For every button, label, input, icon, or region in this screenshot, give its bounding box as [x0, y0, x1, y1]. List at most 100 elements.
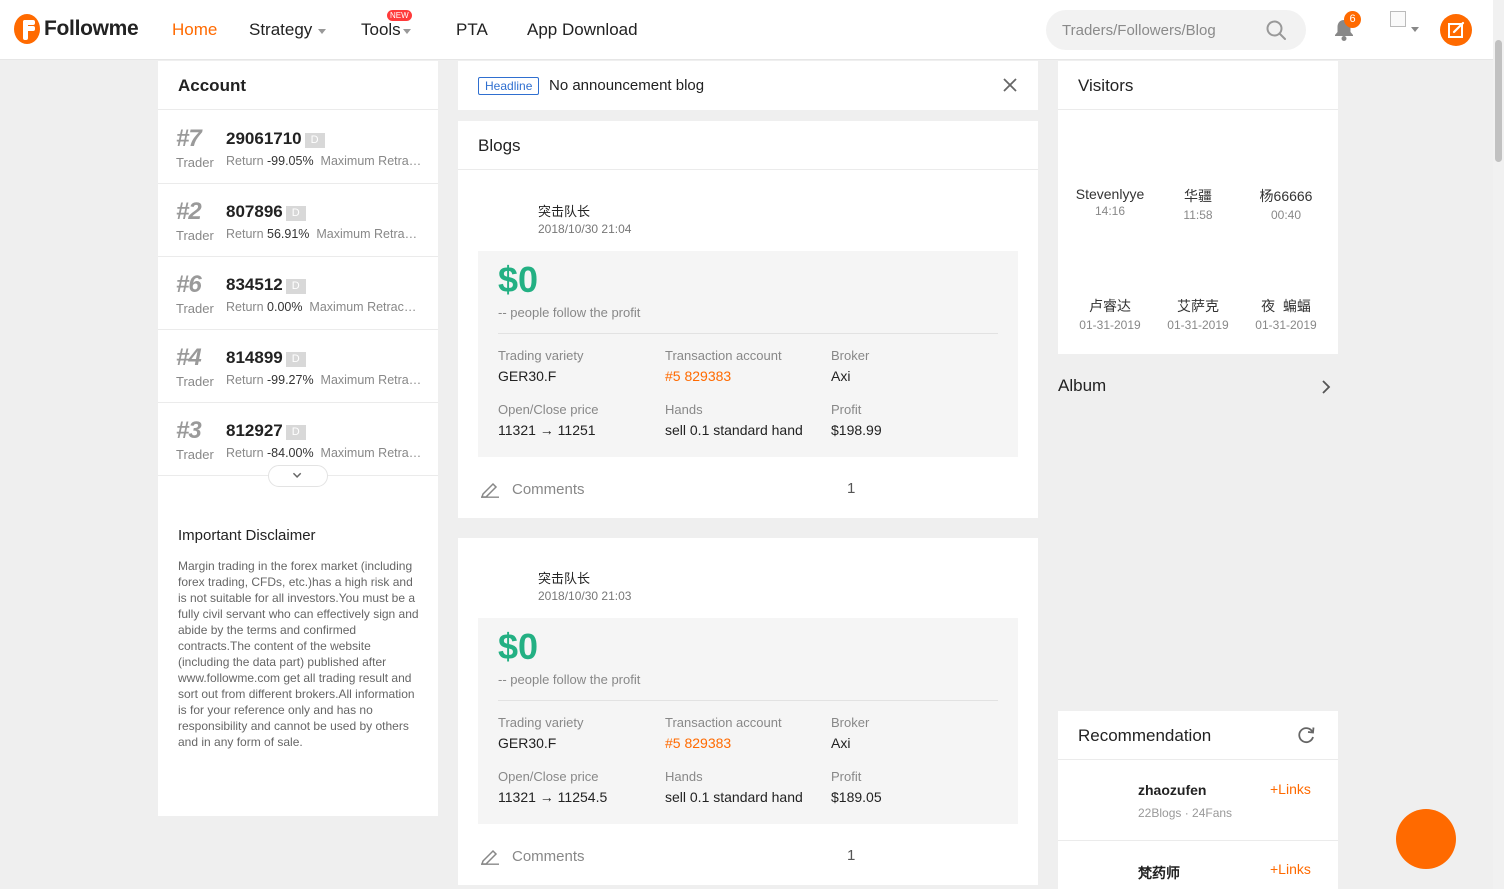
search-icon[interactable]	[1266, 20, 1286, 40]
write-blog-button[interactable]	[1440, 14, 1472, 46]
blog-author[interactable]: 突击队长	[538, 568, 590, 587]
account-role: Trader	[176, 301, 214, 316]
visitor-name: 杨66666	[1259, 188, 1313, 204]
rec-follow-link[interactable]: +Links	[1270, 861, 1311, 877]
account-rank: #6	[176, 271, 202, 298]
return-value: -84.00%	[267, 446, 314, 460]
comment-icon[interactable]	[480, 480, 500, 498]
blog-card: Blogs 突击队长 2018/10/30 21:04 $0 -- people…	[458, 121, 1038, 518]
account-type-tag: D	[285, 352, 306, 367]
broker-value: Axi	[831, 368, 851, 384]
nav-pta[interactable]: PTA	[456, 19, 488, 41]
chevron-right-icon[interactable]	[1320, 379, 1332, 395]
account-id: 812927	[226, 421, 283, 440]
chevron-down-icon[interactable]	[1411, 27, 1419, 32]
hands-value: sell 0.1 standard hand	[665, 789, 803, 805]
hands-label: Hands	[665, 769, 703, 784]
account-panel: Account #7 29061710 D Trader Return -99.0…	[158, 61, 438, 816]
return-extra: Maximum Retracement	[309, 300, 422, 314]
return-extra: Maximum Retracement	[316, 227, 422, 241]
nav-strategy[interactable]: Strategy	[249, 19, 327, 41]
refresh-icon[interactable]	[1296, 725, 1316, 745]
account-row[interactable]: #7 29061710 D Trader Return -99.05% Maxim…	[158, 111, 438, 184]
rec-follow-link[interactable]: +Links	[1270, 781, 1311, 797]
comments-button[interactable]: Comments	[512, 848, 585, 865]
visitor-item[interactable]: 艾萨克 01-31-2019	[1154, 296, 1242, 332]
page-scrollbar[interactable]	[1493, 0, 1504, 889]
close-icon[interactable]	[1002, 77, 1018, 93]
account-return: Return -84.00% Maximum Retracement	[226, 446, 422, 460]
scrollbar-thumb[interactable]	[1495, 40, 1502, 162]
chevron-down-icon	[402, 28, 411, 34]
nav-home[interactable]: Home	[172, 19, 217, 41]
account-number: 29061710 D	[226, 129, 325, 149]
return-extra: Maximum Retracement	[320, 373, 422, 387]
visitors-panel: Visitors Stevenlyye 14:16 华疆 11:58 杨6666…	[1058, 61, 1338, 354]
return-extra: Maximum Retracement	[320, 154, 422, 168]
trade-summary[interactable]: $0 -- people follow the profit Trading v…	[478, 618, 1018, 824]
account-row[interactable]: #2 807896 D Trader Return 56.91% Maximum …	[158, 184, 438, 257]
hands-value: sell 0.1 standard hand	[665, 422, 803, 438]
visitor-time: 00:40	[1270, 208, 1302, 222]
account-return: Return -99.05% Maximum Retracement	[226, 154, 422, 168]
broker-label: Broker	[831, 715, 870, 730]
account-link[interactable]: #5 829383	[665, 368, 731, 384]
divider	[498, 333, 998, 334]
rec-user-meta: 22Blogs · 24Fans	[1138, 806, 1233, 820]
broker-value: Axi	[831, 735, 851, 751]
visitor-item[interactable]: Stevenlyye 14:16	[1066, 186, 1154, 218]
visitor-item[interactable]: 杨66666 00:40	[1242, 186, 1330, 222]
visitor-time: 11:58	[1183, 208, 1213, 222]
account-id: 29061710	[226, 129, 302, 148]
price-value: 11321 → 11251	[498, 422, 596, 438]
floating-action-button[interactable]	[1396, 809, 1456, 869]
profit-value: $198.99	[831, 422, 882, 438]
return-value: 56.91%	[267, 227, 310, 241]
logo-text: Followme	[44, 17, 139, 40]
account-type-tag: D	[285, 206, 306, 221]
album-title[interactable]: Album	[1058, 376, 1106, 396]
comment-icon[interactable]	[480, 847, 500, 865]
profit-label: Profit	[831, 402, 862, 417]
new-badge: NEW	[387, 10, 412, 21]
trade-summary[interactable]: $0 -- people follow the profit Trading v…	[478, 251, 1018, 457]
visitor-name: 艾萨克	[1177, 298, 1219, 314]
nav-app-download[interactable]: App Download	[527, 19, 638, 41]
followme-logo[interactable]: Followme	[14, 14, 139, 44]
visitor-time: 01-31-2019	[1167, 318, 1229, 332]
visitor-item[interactable]: 卢睿达 01-31-2019	[1066, 296, 1154, 332]
blog-date: 2018/10/30 21:04	[538, 222, 632, 236]
account-role: Trader	[176, 447, 214, 462]
variety-value: GER30.F	[498, 368, 557, 384]
nav-strategy-label: Strategy	[249, 20, 313, 39]
visitor-item[interactable]: 夜 蝙蝠 01-31-2019	[1242, 296, 1330, 332]
comments-count: 1	[847, 480, 856, 497]
account-title: Account	[158, 61, 438, 110]
return-label: Return	[226, 227, 264, 241]
recommendation-item[interactable]: zhaozufen 22Blogs · 24Fans +Links	[1058, 761, 1338, 841]
rec-user-name[interactable]: 梵药师	[1138, 863, 1180, 883]
return-label: Return	[226, 300, 264, 314]
blog-card: 突击队长 2018/10/30 21:03 $0 -- people follo…	[458, 538, 1038, 885]
expand-accounts-button[interactable]	[268, 465, 328, 487]
account-link[interactable]: #5 829383	[665, 735, 731, 751]
edit-icon	[1448, 21, 1465, 38]
blog-author[interactable]: 突击队长	[538, 201, 590, 220]
top-header: Followme Home Strategy Tools NEW PTA App…	[0, 0, 1504, 60]
rec-user-name[interactable]: zhaozufen	[1138, 782, 1206, 798]
visitor-time: 14:16	[1094, 204, 1126, 218]
account-rank: #2	[176, 198, 202, 225]
comments-button[interactable]: Comments	[512, 481, 585, 498]
return-label: Return	[226, 373, 264, 387]
user-avatar[interactable]	[1390, 11, 1406, 27]
account-label: Transaction account	[665, 348, 782, 363]
divider	[498, 700, 998, 701]
account-role: Trader	[176, 374, 214, 389]
recommendation-item[interactable]: 梵药师 +Links	[1058, 841, 1338, 889]
account-row[interactable]: #6 834512 D Trader Return 0.00% Maximum R…	[158, 257, 438, 330]
account-row[interactable]: #4 814899 D Trader Return -99.27% Maximum…	[158, 330, 438, 403]
return-value: 0.00%	[267, 300, 303, 314]
visitor-item[interactable]: 华疆 11:58	[1154, 186, 1242, 222]
visitors-title: Visitors	[1058, 61, 1338, 110]
nav-tools[interactable]: Tools NEW	[361, 10, 412, 41]
